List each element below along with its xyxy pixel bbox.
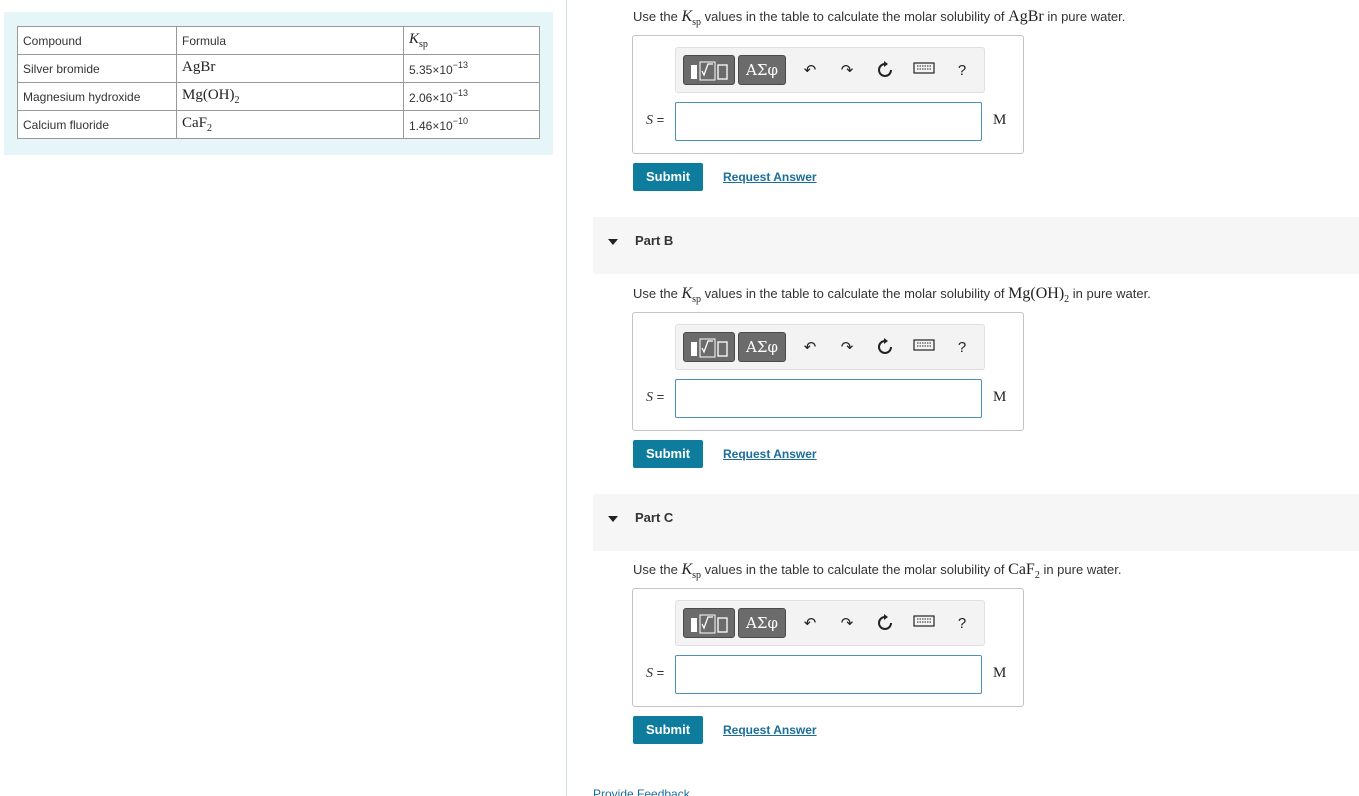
reset-icon[interactable] [875,338,895,358]
collapse-arrow-icon [608,516,618,522]
templates-button[interactable] [683,55,735,85]
undo-icon[interactable]: ↶ [800,61,820,81]
reset-icon[interactable] [875,61,895,81]
answer-box-part-b: ΑΣφ ↶ ↷ ? S = M [632,312,1024,431]
math-toolbar: ΑΣφ ↶ ↷ ? [675,47,985,93]
answer-input[interactable] [675,102,982,141]
formula-cell: AgBr [176,54,404,83]
header-compound: Compound [17,26,177,55]
request-answer-link[interactable]: Request Answer [723,170,817,184]
part-title: Part B [635,233,674,248]
greek-symbols-button[interactable]: ΑΣφ [738,55,786,85]
table-row: Silver bromide AgBr 5.35×10−13 [17,54,540,83]
answer-input[interactable] [675,379,982,418]
header-formula: Formula [176,26,404,55]
unit-label: M [993,112,1007,128]
request-answer-link[interactable]: Request Answer [723,723,817,737]
ksp-cell: 5.35×10−13 [403,54,540,83]
answer-box-part-a: ΑΣφ ↶ ↷ ? S = M [632,35,1024,154]
templates-icon [691,61,728,81]
s-label: S = [646,665,665,681]
undo-icon[interactable]: ↶ [800,614,820,634]
greek-symbols-button[interactable]: ΑΣφ [738,608,786,638]
question-text-part-a: Use the Ksp values in the table to calcu… [633,8,1126,29]
help-icon[interactable]: ? [952,614,972,634]
reset-icon[interactable] [875,614,895,634]
collapse-arrow-icon [608,239,618,245]
keyboard-icon[interactable] [913,61,935,81]
part-b-header[interactable]: Part B [593,217,1359,274]
redo-icon[interactable]: ↷ [837,614,857,634]
greek-symbols-button[interactable]: ΑΣφ [738,332,786,362]
keyboard-icon[interactable] [913,338,935,358]
keyboard-icon[interactable] [913,614,935,634]
submit-button[interactable]: Submit [633,716,703,744]
ksp-cell: 1.46×10−10 [403,110,540,139]
templates-icon [691,614,728,634]
answer-input[interactable] [675,655,982,694]
part-c-header[interactable]: Part C [593,494,1359,551]
table-header-row: Compound Formula Ksp [17,26,540,55]
submit-button[interactable]: Submit [633,440,703,468]
formula-cell: Mg(OH)2 [176,82,404,111]
s-label: S = [646,112,665,128]
compound-cell: Magnesium hydroxide [17,82,177,111]
table-row: Calcium fluoride CaF2 1.46×10−10 [17,110,540,139]
templates-button[interactable] [683,608,735,638]
s-label: S = [646,389,665,405]
compound-cell: Silver bromide [17,54,177,83]
ksp-cell: 2.06×10−13 [403,82,540,111]
math-toolbar: ΑΣφ ↶ ↷ ? [675,600,985,646]
help-icon[interactable]: ? [952,61,972,81]
question-text-part-b: Use the Ksp values in the table to calcu… [633,285,1151,306]
header-ksp: Ksp [403,26,540,55]
provide-feedback-link[interactable]: Provide Feedback [593,787,690,796]
table-row: Magnesium hydroxide Mg(OH)2 2.06×10−13 [17,82,540,111]
compound-cell: Calcium fluoride [17,110,177,139]
ksp-data-panel: Compound Formula Ksp Silver bromide AgBr… [4,12,553,155]
question-text-part-c: Use the Ksp values in the table to calcu… [633,561,1122,582]
math-toolbar: ΑΣφ ↶ ↷ ? [675,324,985,370]
redo-icon[interactable]: ↷ [837,61,857,81]
answer-box-part-c: ΑΣφ ↶ ↷ ? S = M [632,588,1024,707]
formula-cell: CaF2 [176,110,404,139]
request-answer-link[interactable]: Request Answer [723,447,817,461]
undo-icon[interactable]: ↶ [800,338,820,358]
templates-button[interactable] [683,332,735,362]
unit-label: M [993,665,1007,681]
redo-icon[interactable]: ↷ [837,338,857,358]
unit-label: M [993,389,1007,405]
panel-divider [566,0,567,796]
templates-icon [691,338,728,358]
ksp-table: Compound Formula Ksp Silver bromide AgBr… [17,26,540,139]
part-title: Part C [635,510,674,525]
submit-button[interactable]: Submit [633,163,703,191]
help-icon[interactable]: ? [952,338,972,358]
